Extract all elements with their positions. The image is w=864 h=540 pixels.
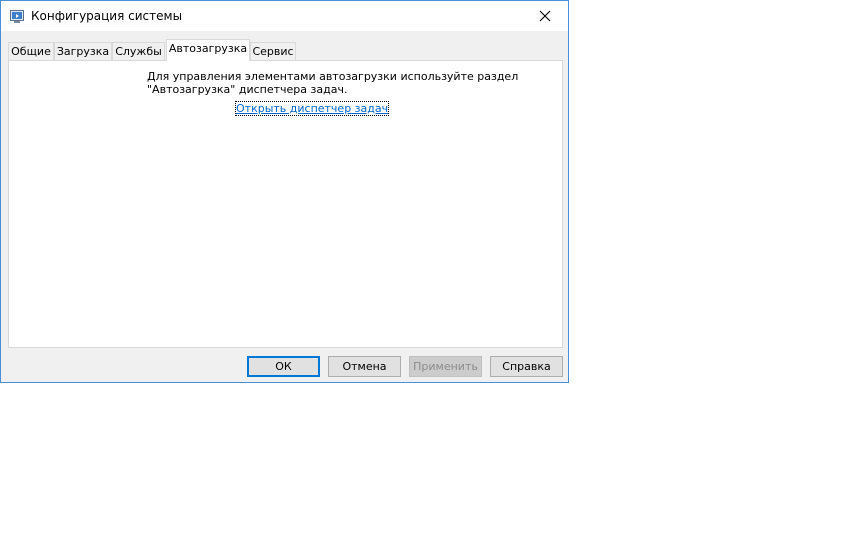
apply-button[interactable]: Применить bbox=[409, 356, 482, 377]
startup-tab-panel: Для управления элементами автозагрузки и… bbox=[8, 60, 563, 348]
window-title: Конфигурация системы bbox=[31, 9, 183, 23]
tab-tools[interactable]: Сервис bbox=[250, 42, 296, 60]
tab-general[interactable]: Общие bbox=[8, 42, 54, 60]
startup-info-line-2: "Автозагрузка" диспетчера задач. bbox=[147, 83, 348, 96]
system-configuration-window: Конфигурация системы Общие Загрузка Служ… bbox=[0, 0, 569, 383]
tab-startup[interactable]: Автозагрузка bbox=[166, 39, 250, 61]
close-button[interactable] bbox=[522, 1, 568, 31]
startup-info-text: Для управления элементами автозагрузки и… bbox=[147, 70, 518, 96]
help-button[interactable]: Справка bbox=[490, 356, 563, 377]
cancel-button[interactable]: Отмена bbox=[328, 356, 401, 377]
ok-button[interactable]: ОК bbox=[247, 356, 320, 377]
open-task-manager-link[interactable]: Открыть диспетчер задач bbox=[234, 101, 390, 116]
close-icon bbox=[539, 10, 551, 22]
tab-boot[interactable]: Загрузка bbox=[54, 42, 112, 60]
title-bar[interactable]: Конфигурация системы bbox=[1, 1, 568, 31]
tab-services[interactable]: Службы bbox=[112, 42, 165, 60]
startup-info-line-1: Для управления элементами автозагрузки и… bbox=[147, 70, 519, 83]
msconfig-icon bbox=[10, 9, 25, 23]
